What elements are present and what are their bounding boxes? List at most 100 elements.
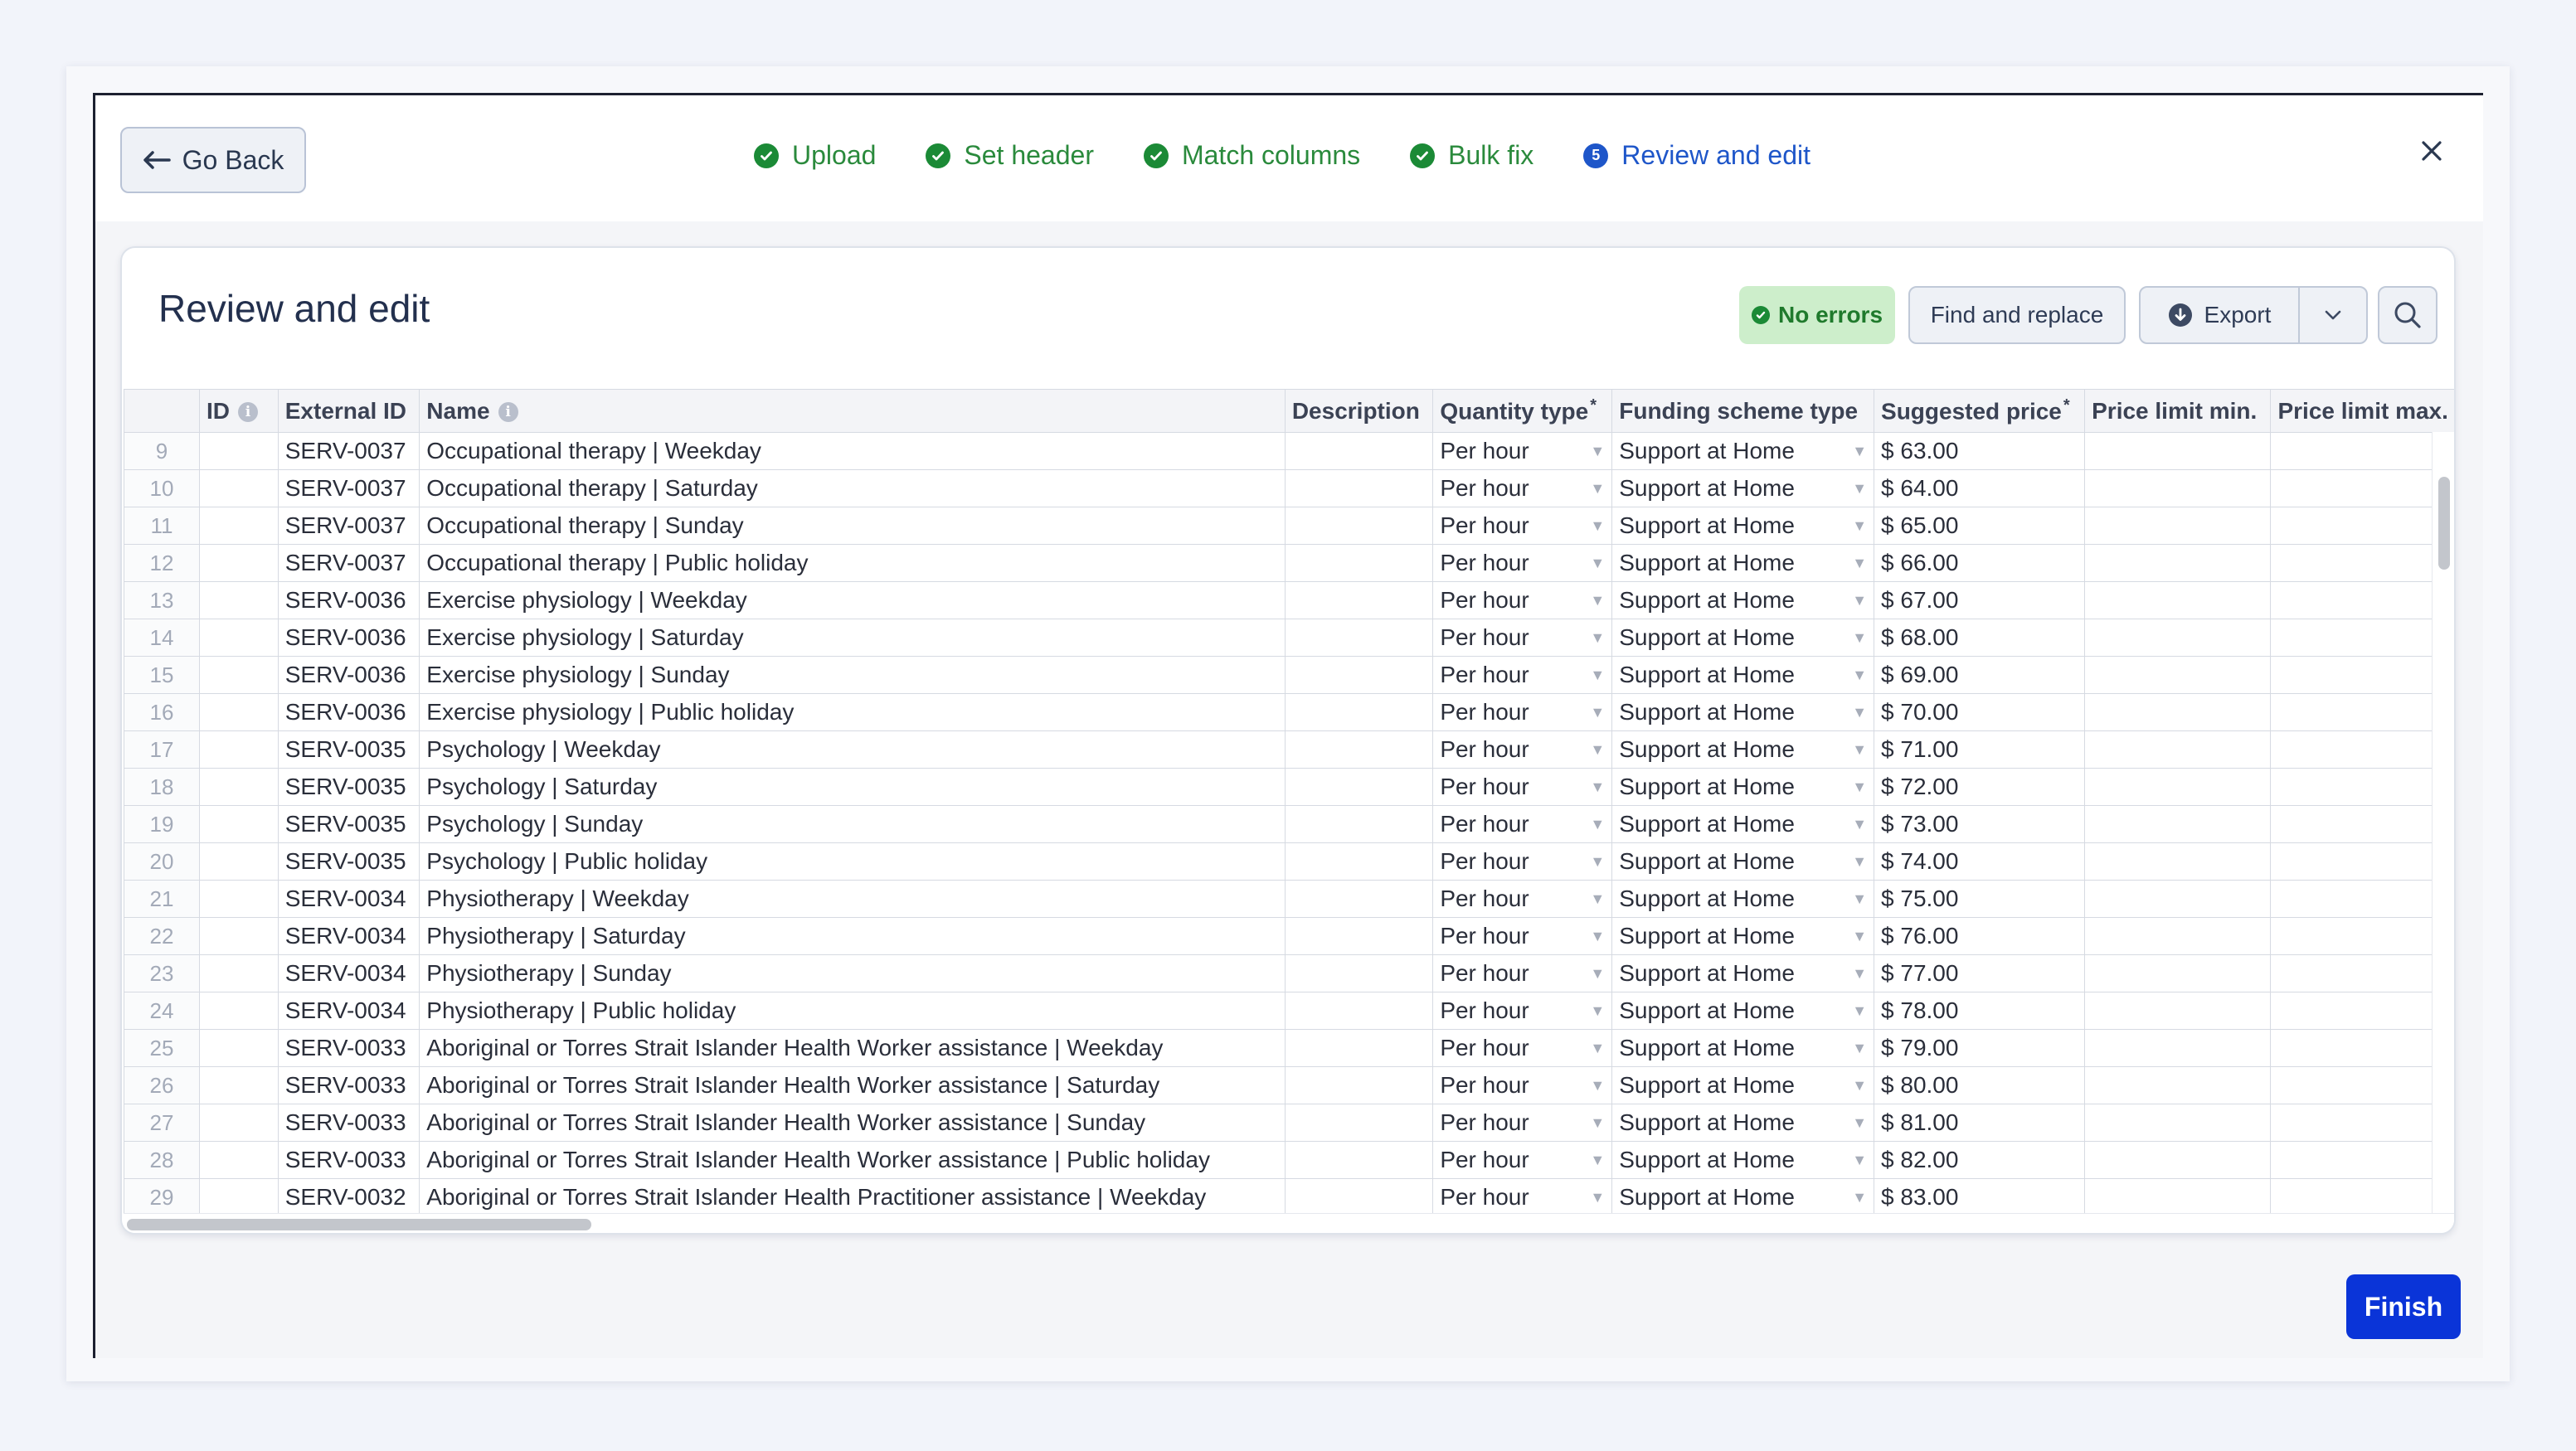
column-header-funding-scheme-type[interactable]: Funding scheme type [1611,389,1875,433]
cell-price-limit-min[interactable] [2084,619,2272,657]
cell-id[interactable] [198,581,279,619]
cell-name[interactable]: Aboriginal or Torres Strait Islander Hea… [419,1029,1286,1067]
quantity-type-select[interactable]: Per hour ▼ [1440,438,1605,464]
cell-external-id[interactable]: SERV-0036 [277,693,420,731]
quantity-type-select[interactable]: Per hour ▼ [1440,774,1605,800]
quantity-type-select[interactable]: Per hour ▼ [1440,587,1605,614]
cell-name[interactable]: Psychology | Public holiday [419,842,1286,881]
cell-funding-scheme-type[interactable]: Support at Home ▼ [1611,432,1875,470]
cell-quantity-type[interactable]: Per hour ▼ [1432,1178,1613,1216]
cell-funding-scheme-type[interactable]: Support at Home ▼ [1611,1104,1875,1142]
cell-description[interactable] [1284,992,1434,1030]
cell-external-id[interactable]: SERV-0035 [277,768,420,806]
cell-external-id[interactable]: SERV-0036 [277,619,420,657]
cell-funding-scheme-type[interactable]: Support at Home ▼ [1611,768,1875,806]
cell-name[interactable]: Exercise physiology | Weekday [419,581,1286,619]
cell-id[interactable] [198,619,279,657]
cell-suggested-price[interactable]: $ 75.00 [1874,880,2086,918]
cell-name[interactable]: Physiotherapy | Sunday [419,954,1286,992]
cell-suggested-price[interactable]: $ 74.00 [1874,842,2086,881]
cell-suggested-price[interactable]: $ 64.00 [1874,469,2086,507]
cell-quantity-type[interactable]: Per hour ▼ [1432,507,1613,545]
cell-suggested-price[interactable]: $ 82.00 [1874,1141,2086,1179]
quantity-type-select[interactable]: Per hour ▼ [1440,1184,1605,1211]
cell-price-limit-min[interactable] [2084,1066,2272,1104]
cell-suggested-price[interactable]: $ 71.00 [1874,730,2086,769]
cell-price-limit-max[interactable] [2270,507,2454,545]
cell-funding-scheme-type[interactable]: Support at Home ▼ [1611,805,1875,843]
cell-quantity-type[interactable]: Per hour ▼ [1432,805,1613,843]
cell-price-limit-min[interactable] [2084,1178,2272,1216]
quantity-type-select[interactable]: Per hour ▼ [1440,624,1605,651]
cell-price-limit-min[interactable] [2084,1104,2272,1142]
funding-scheme-select[interactable]: Support at Home ▼ [1619,624,1867,651]
quantity-type-select[interactable]: Per hour ▼ [1440,960,1605,987]
funding-scheme-select[interactable]: Support at Home ▼ [1619,960,1867,987]
cell-id[interactable] [198,507,279,545]
cell-price-limit-min[interactable] [2084,768,2272,806]
cell-funding-scheme-type[interactable]: Support at Home ▼ [1611,1178,1875,1216]
cell-quantity-type[interactable]: Per hour ▼ [1432,693,1613,731]
cell-price-limit-min[interactable] [2084,581,2272,619]
cell-name[interactable]: Aboriginal or Torres Strait Islander Hea… [419,1104,1286,1142]
cell-id[interactable] [198,544,279,582]
cell-id[interactable] [198,1141,279,1179]
cell-price-limit-max[interactable] [2270,954,2454,992]
cell-name[interactable]: Physiotherapy | Saturday [419,917,1286,955]
cell-suggested-price[interactable]: $ 65.00 [1874,507,2086,545]
cell-id[interactable] [198,805,279,843]
cell-description[interactable] [1284,842,1434,881]
cell-quantity-type[interactable]: Per hour ▼ [1432,1104,1613,1142]
quantity-type-select[interactable]: Per hour ▼ [1440,512,1605,539]
cell-suggested-price[interactable]: $ 76.00 [1874,917,2086,955]
cell-price-limit-min[interactable] [2084,432,2272,470]
cell-funding-scheme-type[interactable]: Support at Home ▼ [1611,544,1875,582]
cell-name[interactable]: Psychology | Saturday [419,768,1286,806]
cell-quantity-type[interactable]: Per hour ▼ [1432,730,1613,769]
cell-price-limit-max[interactable] [2270,432,2454,470]
cell-quantity-type[interactable]: Per hour ▼ [1432,954,1613,992]
column-header-price-limit-min[interactable]: Price limit min. [2084,389,2272,433]
funding-scheme-select[interactable]: Support at Home ▼ [1619,438,1867,464]
cell-price-limit-min[interactable] [2084,1141,2272,1179]
cell-price-limit-max[interactable] [2270,1104,2454,1142]
cell-suggested-price[interactable]: $ 69.00 [1874,656,2086,694]
cell-suggested-price[interactable]: $ 66.00 [1874,544,2086,582]
funding-scheme-select[interactable]: Support at Home ▼ [1619,774,1867,800]
quantity-type-select[interactable]: Per hour ▼ [1440,886,1605,912]
info-icon[interactable]: i [237,402,258,423]
cell-external-id[interactable]: SERV-0037 [277,469,420,507]
cell-quantity-type[interactable]: Per hour ▼ [1432,1141,1613,1179]
cell-id[interactable] [198,656,279,694]
cell-funding-scheme-type[interactable]: Support at Home ▼ [1611,581,1875,619]
cell-funding-scheme-type[interactable]: Support at Home ▼ [1611,992,1875,1030]
cell-price-limit-min[interactable] [2084,992,2272,1030]
cell-id[interactable] [198,1104,279,1142]
cell-description[interactable] [1284,469,1434,507]
cell-suggested-price[interactable]: $ 67.00 [1874,581,2086,619]
cell-id[interactable] [198,1066,279,1104]
quantity-type-select[interactable]: Per hour ▼ [1440,997,1605,1024]
cell-suggested-price[interactable]: $ 81.00 [1874,1104,2086,1142]
quantity-type-select[interactable]: Per hour ▼ [1440,1109,1605,1136]
cell-funding-scheme-type[interactable]: Support at Home ▼ [1611,1029,1875,1067]
cell-quantity-type[interactable]: Per hour ▼ [1432,1066,1613,1104]
cell-description[interactable] [1284,656,1434,694]
cell-funding-scheme-type[interactable]: Support at Home ▼ [1611,656,1875,694]
cell-price-limit-min[interactable] [2084,917,2272,955]
cell-description[interactable] [1284,432,1434,470]
cell-external-id[interactable]: SERV-0033 [277,1141,420,1179]
no-errors-badge[interactable]: No errors [1739,286,1895,344]
cell-external-id[interactable]: SERV-0037 [277,432,420,470]
quantity-type-select[interactable]: Per hour ▼ [1440,662,1605,688]
cell-suggested-price[interactable]: $ 77.00 [1874,954,2086,992]
quantity-type-select[interactable]: Per hour ▼ [1440,699,1605,726]
cell-quantity-type[interactable]: Per hour ▼ [1432,917,1613,955]
funding-scheme-select[interactable]: Support at Home ▼ [1619,587,1867,614]
cell-external-id[interactable]: SERV-0035 [277,842,420,881]
cell-name[interactable]: Psychology | Sunday [419,805,1286,843]
funding-scheme-select[interactable]: Support at Home ▼ [1619,811,1867,837]
cell-price-limit-max[interactable] [2270,469,2454,507]
cell-description[interactable] [1284,693,1434,731]
horizontal-scrollbar-thumb[interactable] [127,1219,591,1230]
